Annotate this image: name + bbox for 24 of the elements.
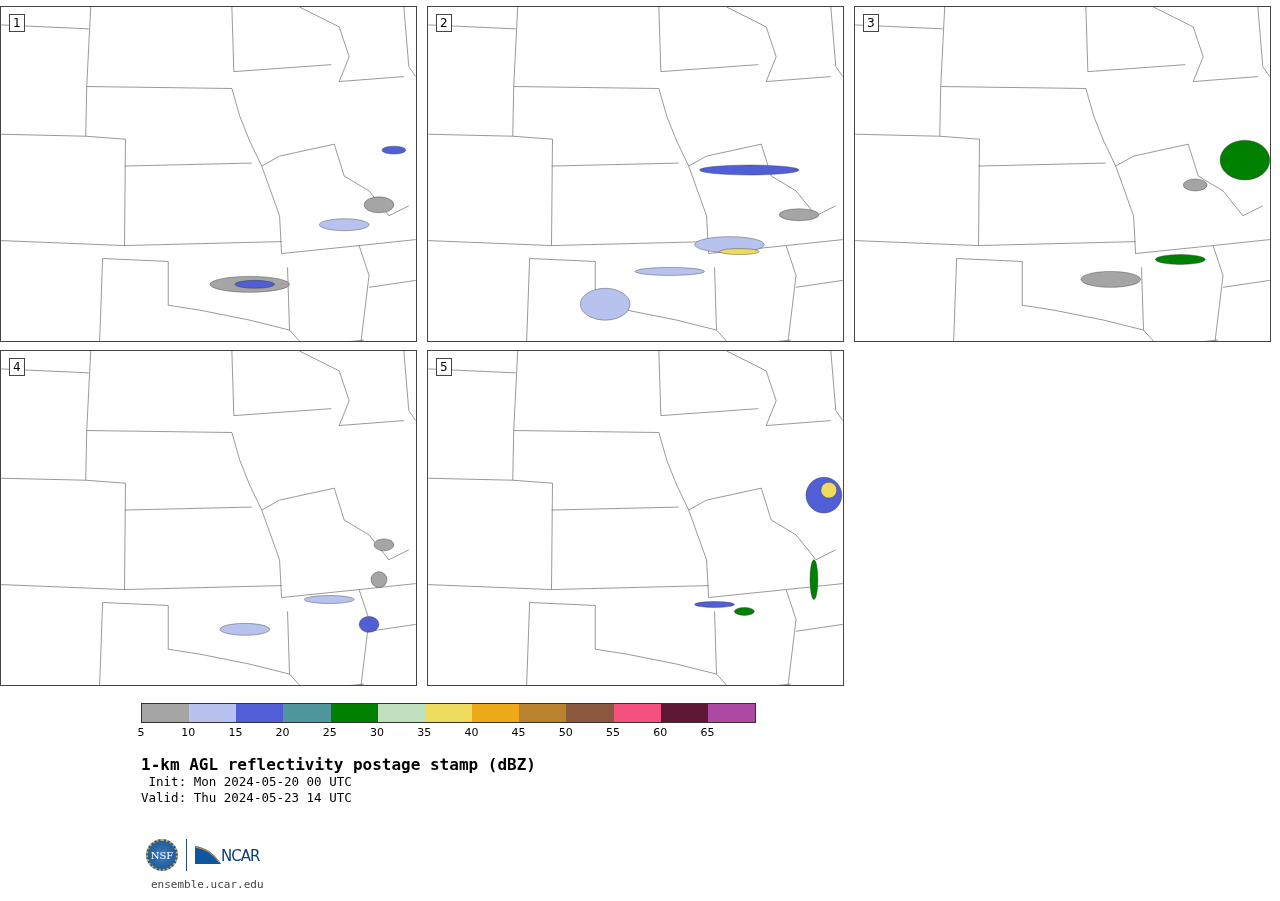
chart-title: 1-km AGL reflectivity postage stamp (dBZ) — [141, 755, 537, 774]
tick-label: 60 — [653, 726, 668, 739]
nsf-logo: NSF — [146, 839, 178, 871]
panel-number: 3 — [863, 14, 879, 32]
tick-label: 15 — [228, 726, 243, 739]
tick-label: 25 — [322, 726, 337, 739]
panel-number: 5 — [436, 358, 452, 376]
tick-label: 10 — [181, 726, 196, 739]
tick-label: 55 — [606, 726, 620, 739]
panel-number: 2 — [436, 14, 452, 32]
panel-number: 4 — [9, 358, 25, 376]
tick-label: 40 — [464, 726, 479, 739]
tick-label: 65 — [700, 726, 715, 739]
tick-label: 35 — [417, 726, 432, 739]
init-time: Init: Mon 2024-05-20 00 UTC — [147, 774, 353, 790]
valid-time: Valid: Thu 2024-05-23 14 UTC — [141, 790, 353, 806]
site-url: ensemble.ucar.edu — [151, 878, 265, 891]
tick-label: 30 — [370, 726, 384, 739]
tick-label: 50 — [558, 726, 573, 739]
tick-label: 20 — [275, 726, 290, 739]
tick-label: 5 — [137, 726, 145, 739]
tick-label: 45 — [511, 726, 526, 739]
ncar-logo: NCAR — [195, 846, 260, 864]
panel-number: 1 — [9, 14, 25, 32]
